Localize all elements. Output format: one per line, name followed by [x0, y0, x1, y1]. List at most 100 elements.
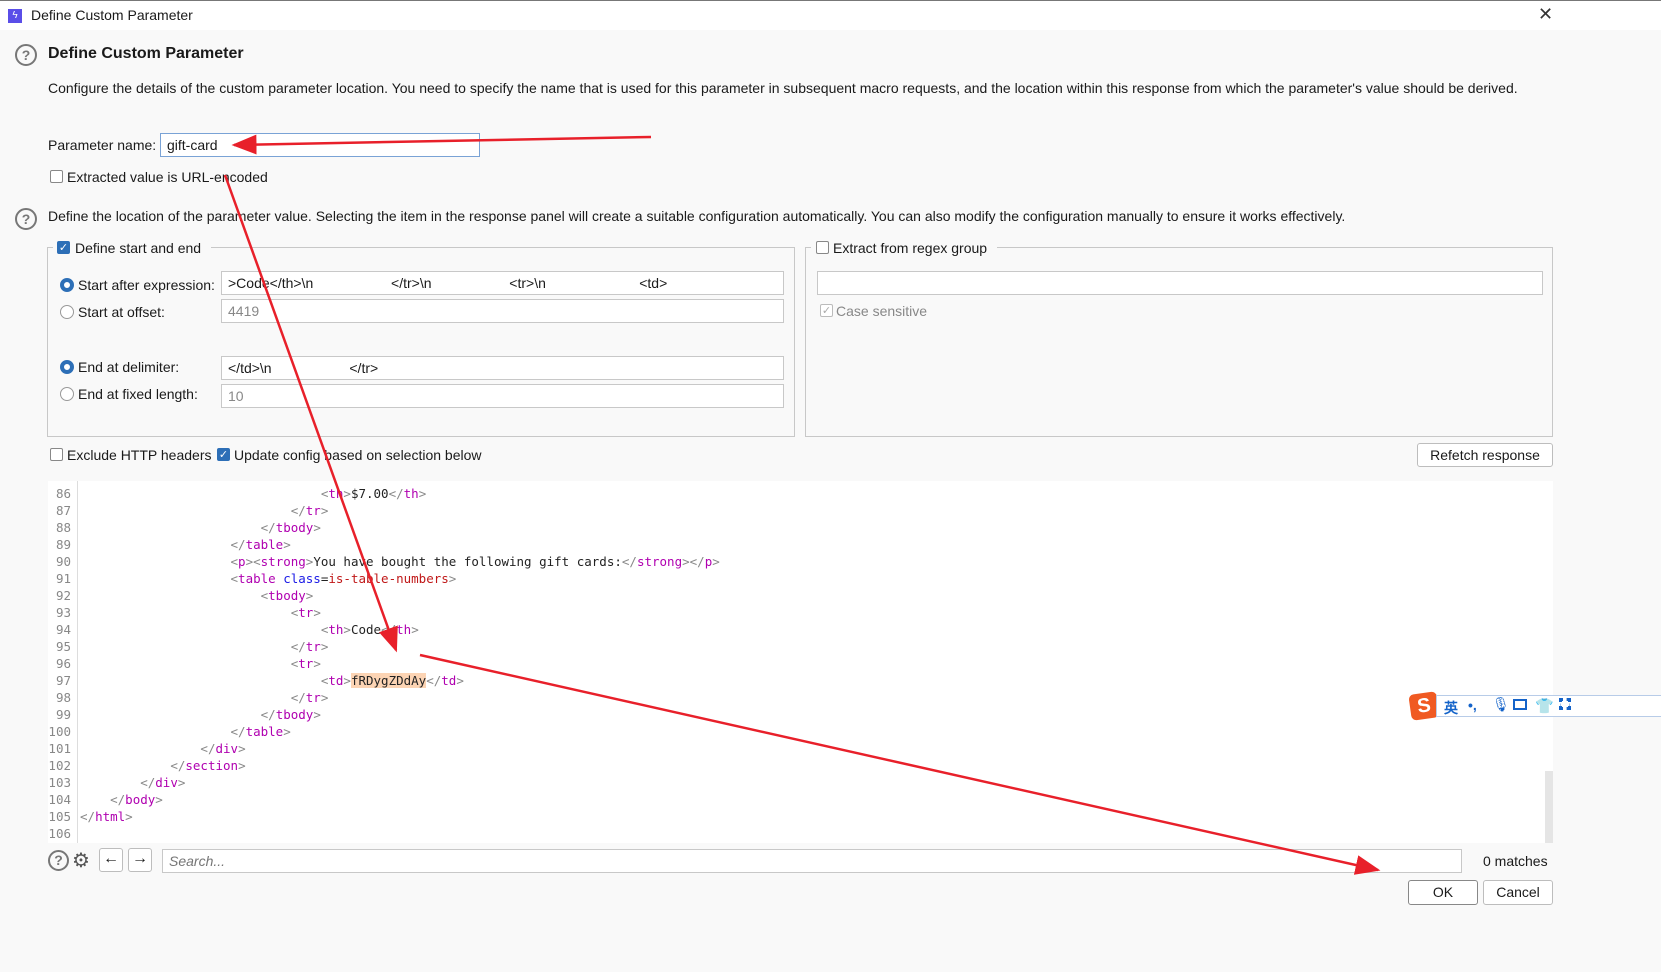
- code-line: </tbody>: [80, 520, 321, 535]
- code-token: >: [456, 673, 464, 688]
- code-token: >: [283, 724, 291, 739]
- code-token: div: [215, 741, 239, 756]
- response-editor[interactable]: 86 87 88 89 90 91 92 93 94 95 96 97 98 99 100 101 102 103…: [48, 481, 1553, 843]
- back-arrow-icon[interactable]: ←: [99, 848, 123, 872]
- line-number: 90: [55, 554, 71, 569]
- code-token: section: [185, 758, 239, 773]
- ok-button[interactable]: OK: [1408, 880, 1478, 905]
- ime-toolbar[interactable]: S 英 •, 🎙 👕: [1408, 691, 1661, 721]
- code-token: tr: [305, 639, 321, 654]
- menu-grid-icon[interactable]: [1559, 698, 1571, 710]
- code-token: </: [290, 639, 306, 654]
- end-fixed-input[interactable]: 10: [221, 384, 784, 408]
- code-token: </: [200, 741, 216, 756]
- code-token: </: [621, 554, 637, 569]
- line-number: 86: [55, 486, 71, 501]
- ime-punct[interactable]: •,: [1468, 697, 1477, 713]
- update-config-checkbox[interactable]: ✓: [217, 448, 230, 461]
- code-token: tr: [298, 605, 314, 620]
- regex-input[interactable]: [817, 271, 1543, 295]
- window-title: Define Custom Parameter: [31, 7, 193, 23]
- regex-label: Extract from regex group: [833, 240, 988, 256]
- code-token: tr: [298, 656, 314, 671]
- define-start-end-checkbox[interactable]: ✓: [57, 241, 70, 254]
- code-token: >: [320, 690, 329, 705]
- code-token: >: [320, 503, 329, 518]
- code-line: </div>: [80, 741, 246, 756]
- match-count: 0 matches: [1483, 853, 1548, 869]
- line-number: 96: [55, 656, 71, 671]
- settings-gear-icon[interactable]: ⚙: [72, 848, 90, 873]
- start-offset-radio[interactable]: [60, 305, 74, 319]
- burp-icon: ϟ: [8, 9, 22, 23]
- end-fixed-radio[interactable]: [60, 387, 74, 401]
- ime-lang[interactable]: 英: [1444, 698, 1458, 718]
- code-token: </: [290, 690, 306, 705]
- code-token: tbody: [268, 588, 306, 603]
- code-token: </: [426, 673, 442, 688]
- code-token: th: [328, 486, 344, 501]
- exclude-headers-checkbox[interactable]: [50, 448, 63, 461]
- code-token: >: [313, 656, 321, 671]
- end-delimiter-input[interactable]: </td>\n </tr>: [221, 356, 784, 380]
- code-line: </tbody>: [80, 707, 321, 722]
- refetch-response-button[interactable]: Refetch response: [1417, 443, 1553, 467]
- code-token: >: [418, 486, 427, 501]
- start-after-input[interactable]: >Code</th>\n </tr>\n <tr>\n <td>: [221, 271, 784, 295]
- code-token: th: [328, 622, 344, 637]
- case-sensitive-checkbox[interactable]: ✓: [820, 304, 833, 317]
- code-token: </: [290, 503, 306, 518]
- code-token: >: [177, 775, 186, 790]
- skin-icon[interactable]: 👕: [1535, 697, 1554, 715]
- code-token: $7.00: [350, 486, 389, 501]
- exclude-headers-label: Exclude HTTP headers: [67, 447, 212, 463]
- parameter-name-input[interactable]: gift-card: [160, 133, 480, 157]
- code-line: </html>: [80, 809, 133, 824]
- microphone-icon[interactable]: 🎙: [1492, 696, 1510, 713]
- code-token: >: [448, 571, 457, 586]
- code-token: tr: [305, 503, 321, 518]
- code-token: You have bought the following gift cards…: [313, 554, 622, 569]
- code-token: tbody: [275, 707, 314, 722]
- code-token: >: [411, 622, 419, 637]
- line-number: 89: [55, 537, 71, 552]
- code-token: class: [283, 571, 321, 586]
- start-offset-input[interactable]: 4419: [221, 299, 784, 323]
- title-bar: ϟ Define Custom Parameter ✕: [0, 0, 1661, 30]
- code-token: </: [388, 486, 404, 501]
- keyboard-icon[interactable]: [1513, 699, 1527, 710]
- code-token: >: [682, 554, 690, 569]
- code-token: >: [313, 605, 321, 620]
- line-gutter: 86 87 88 89 90 91 92 93 94 95 96 97 98 99 100 101 102 103…: [48, 481, 78, 843]
- forward-arrow-icon[interactable]: →: [128, 848, 152, 872]
- close-icon[interactable]: ✕: [1538, 4, 1553, 25]
- end-delimiter-radio[interactable]: [60, 360, 74, 374]
- help-icon[interactable]: ?: [48, 850, 69, 871]
- case-sensitive-label: Case sensitive: [836, 303, 928, 319]
- code-token: >: [313, 520, 321, 535]
- line-number: 95: [55, 639, 71, 654]
- regex-checkbox[interactable]: [816, 241, 829, 254]
- code-token: >: [712, 554, 720, 569]
- code-line: </table>: [80, 724, 291, 739]
- start-after-radio[interactable]: [60, 278, 74, 292]
- scrollbar[interactable]: [1545, 771, 1553, 843]
- line-number: 99: [55, 707, 71, 722]
- code-token: body: [125, 792, 156, 807]
- help-icon[interactable]: ?: [15, 44, 37, 66]
- code-token: >: [238, 741, 246, 756]
- search-input[interactable]: [162, 849, 1462, 873]
- line-number: 105: [48, 809, 71, 824]
- code-token: p: [238, 554, 246, 569]
- define-start-end-label: Define start and end: [75, 240, 202, 256]
- code-token: >: [343, 673, 351, 688]
- start-after-label: Start after expression:: [78, 277, 215, 293]
- code-line: <tr>: [80, 656, 321, 671]
- line-number: 101: [48, 741, 71, 756]
- help-icon[interactable]: ?: [15, 208, 37, 230]
- url-encoded-checkbox[interactable]: [50, 170, 63, 183]
- line-number: 92: [55, 588, 71, 603]
- selected-value: fRDygZDdAy: [350, 673, 427, 688]
- start-offset-label: Start at offset:: [78, 304, 165, 320]
- cancel-button[interactable]: Cancel: [1483, 880, 1553, 905]
